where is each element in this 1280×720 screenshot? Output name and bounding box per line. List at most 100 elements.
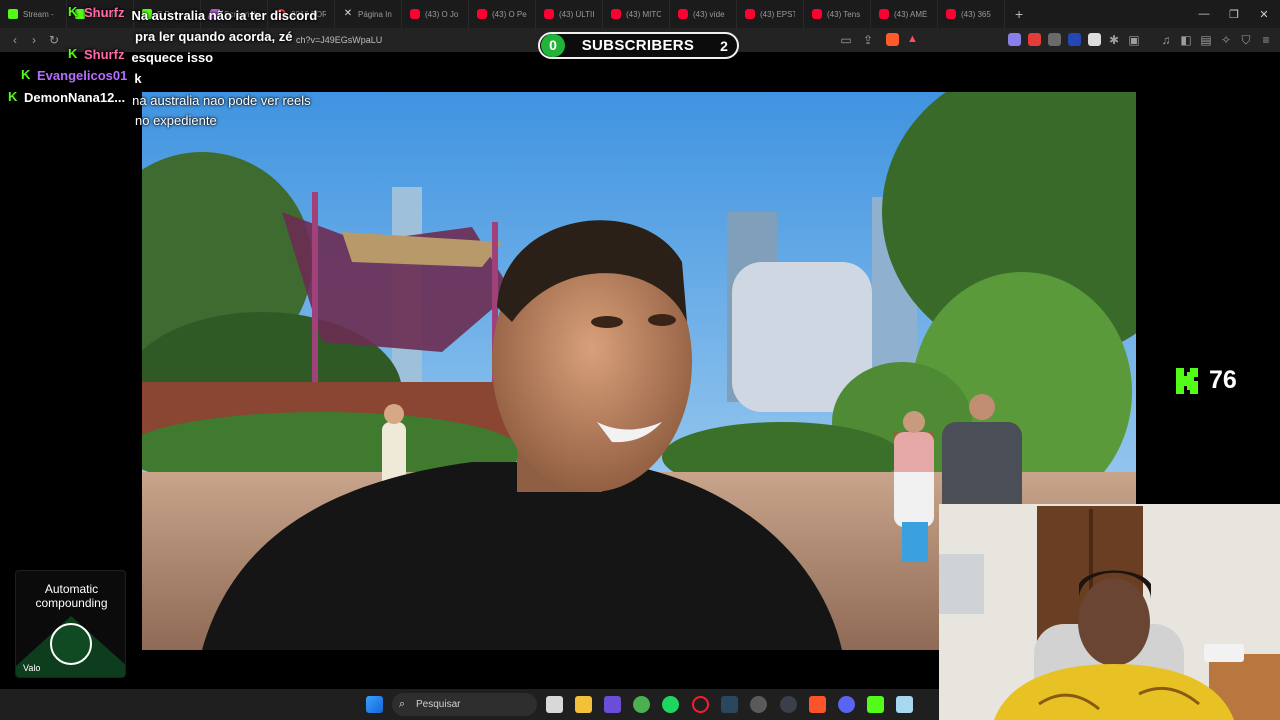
browser-tab[interactable]: (43) 365 (938, 0, 1005, 28)
chat-message: K Shurfz esquece isso (68, 47, 213, 68)
apps-icon[interactable] (604, 696, 621, 713)
youtube-icon (544, 9, 554, 19)
chat-username: Shurfz (84, 47, 125, 62)
tab-label: Página In (358, 9, 392, 19)
browser-tab[interactable]: Stream - (0, 0, 67, 28)
reload-icon[interactable]: ↻ (46, 32, 62, 48)
steam-icon[interactable] (721, 696, 738, 713)
taskbar-search-placeholder: Pesquisar (416, 699, 461, 710)
sidebar-toggle-icon[interactable]: ◧ (1178, 32, 1194, 48)
chat-username: Shurfz (84, 5, 125, 20)
leo-ai-icon[interactable]: ✧ (1218, 32, 1234, 48)
tab-label: (43) víde (693, 9, 725, 19)
extension-icon[interactable] (1088, 33, 1101, 46)
tab-label: (43) ÚLTII (559, 9, 594, 19)
app-icon[interactable] (750, 696, 767, 713)
tab-label: (43) 365 (961, 9, 991, 19)
tab-label: (43) EPST (760, 9, 795, 19)
file-explorer-icon[interactable] (575, 696, 592, 713)
browser-tab[interactable]: (43) O Pe (469, 0, 536, 28)
webcam-feed (939, 504, 1280, 720)
kick-badge-icon: K (68, 4, 78, 19)
youtube-icon (611, 9, 621, 19)
coin-stack-icon (50, 623, 92, 665)
webcam-scene (939, 504, 1280, 720)
youtube-icon (477, 9, 487, 19)
app-icon[interactable] (780, 696, 797, 713)
x-logo-icon: ✕ (343, 8, 353, 19)
chat-text: k (134, 71, 142, 86)
chat-text: na australia nao pode ver reels (132, 93, 311, 108)
chat-text: Na australia não ia ter discord (131, 8, 318, 23)
kick-badge-icon: K (21, 67, 31, 82)
subscribers-left-count: 0 (541, 34, 565, 57)
windows-start-icon[interactable] (366, 696, 383, 713)
brave-rewards-icon[interactable]: ▲ (907, 33, 920, 46)
youtube-icon (879, 9, 889, 19)
screen-cast-icon[interactable]: ▭ (838, 32, 854, 48)
tab-label: (43) O Jo (425, 9, 459, 19)
kick-viewer-count: 76 (1176, 366, 1237, 395)
kick-icon (8, 9, 18, 19)
maximize-button[interactable]: ❐ (1218, 0, 1250, 28)
brave-icon[interactable] (809, 696, 826, 713)
chat-text: pra ler quando acorda, zé (135, 29, 293, 44)
taskbar-search[interactable]: ⌕ Pesquisar (392, 693, 537, 716)
extension-icon[interactable] (1068, 33, 1081, 46)
vpn-shield-icon[interactable]: ⛉ (1238, 32, 1254, 48)
screen: Stream - Stream E P Screensh 2016 FOR ✕ P… (0, 0, 1280, 720)
browser-tab[interactable]: (43) MITC (603, 0, 670, 28)
tab-label: Stream - (23, 9, 54, 19)
kick-app-icon[interactable] (867, 696, 884, 713)
new-tab-button[interactable]: + (1005, 6, 1033, 22)
chat-message: K DemonNana12... na australia nao pode v… (8, 90, 311, 111)
tab-label: (43) MITC (626, 9, 661, 19)
notepad-icon[interactable] (896, 696, 913, 713)
viewer-count-number: 76 (1209, 366, 1237, 394)
spotify-icon[interactable] (662, 696, 679, 713)
youtube-icon (678, 9, 688, 19)
subscribers-counter: 0 SUBSCRIBERS 2 (538, 32, 739, 59)
puzzle-extensions-icon[interactable]: ✱ (1106, 32, 1122, 48)
youtube-icon (745, 9, 755, 19)
browser-tab[interactable]: (43) ÚLTII (536, 0, 603, 28)
chrome-icon[interactable] (633, 696, 650, 713)
close-window-button[interactable]: ✕ (1248, 0, 1280, 28)
kick-logo-icon (1176, 367, 1198, 394)
browser-tab[interactable]: (43) víde (670, 0, 737, 28)
youtube-icon (946, 9, 956, 19)
browser-tab[interactable]: (43) EPST (737, 0, 804, 28)
discord-icon[interactable] (838, 696, 855, 713)
youtube-icon (812, 9, 822, 19)
browser-tab[interactable]: ✕ Página In (335, 0, 402, 28)
back-arrow-icon[interactable]: ‹ (7, 32, 23, 48)
music-icon[interactable]: ♫ (1158, 32, 1174, 48)
tab-label: (43) O Pe (492, 9, 527, 19)
wallet-icon[interactable]: ▤ (1198, 32, 1214, 48)
kick-badge-icon: K (8, 89, 18, 104)
forward-arrow-icon[interactable]: › (26, 32, 42, 48)
chat-message: K Evangelicos01 k (21, 68, 142, 89)
extension-icon[interactable] (1008, 33, 1021, 46)
opera-gx-icon[interactable] (692, 696, 709, 713)
ad-brand: Valo (23, 663, 41, 673)
browser-tab[interactable]: (43) AMÉ (871, 0, 938, 28)
screenshot-tool-icon[interactable]: ▣ (1126, 32, 1142, 48)
windows-taskbar: ⌕ Pesquisar (0, 689, 939, 720)
browser-tab[interactable]: (43) Tens (804, 0, 871, 28)
youtube-icon (410, 9, 420, 19)
task-view-icon[interactable] (546, 696, 563, 713)
brave-shield-icon[interactable] (886, 33, 899, 46)
ad-title: Automatic compounding (35, 582, 108, 610)
chat-text: esquece isso (131, 50, 214, 65)
minimize-button[interactable]: — (1188, 0, 1220, 28)
extension-icon[interactable] (1048, 33, 1061, 46)
extension-icon[interactable] (1028, 33, 1041, 46)
chat-username: DemonNana12... (24, 90, 126, 105)
address-bar[interactable]: ch?v=J49EGsWpaLU (296, 31, 536, 49)
menu-icon[interactable]: ≡ (1258, 32, 1274, 48)
chat-message-continued: pra ler quando acorda, zé (135, 26, 293, 47)
share-icon[interactable]: ⇪ (860, 32, 876, 48)
ad-panel[interactable]: Automatic compounding Valo (15, 570, 126, 678)
browser-tab[interactable]: (43) O Jo (402, 0, 469, 28)
